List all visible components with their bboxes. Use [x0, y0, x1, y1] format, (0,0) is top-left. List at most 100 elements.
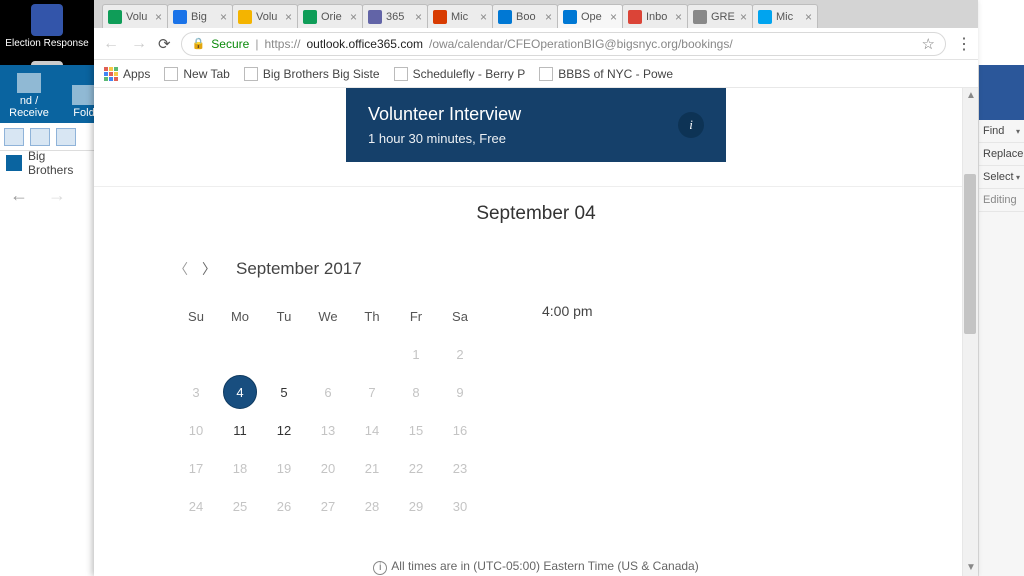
calendar-day[interactable]: 10	[174, 411, 218, 449]
calendar-day[interactable]: 14	[350, 411, 394, 449]
calendar-day[interactable]: 7	[350, 373, 394, 411]
browser-tab[interactable]: Ope×	[557, 4, 623, 28]
close-tab-icon[interactable]: ×	[480, 10, 487, 24]
close-tab-icon[interactable]: ×	[675, 10, 682, 24]
calendar-day[interactable]: 23	[438, 449, 482, 487]
calendar-day[interactable]: 26	[262, 487, 306, 525]
scroll-up-icon[interactable]: ▲	[963, 88, 978, 104]
address-bar[interactable]: 🔒 Secure | https://outlook.office365.com…	[181, 32, 946, 56]
calendar-day[interactable]: 30	[438, 487, 482, 525]
bookmark-favicon	[244, 67, 258, 81]
bookmark-favicon	[164, 67, 178, 81]
calendar-day	[174, 335, 218, 373]
service-card[interactable]: Volunteer Interview 1 hour 30 minutes, F…	[346, 88, 726, 162]
browser-tab[interactable]: Orie×	[297, 4, 363, 28]
close-tab-icon[interactable]: ×	[285, 10, 292, 24]
calendar-day[interactable]: 12	[262, 411, 306, 449]
close-tab-icon[interactable]: ×	[155, 10, 162, 24]
close-tab-icon[interactable]: ×	[220, 10, 227, 24]
calendar-day[interactable]: 17	[174, 449, 218, 487]
word-replace[interactable]: Replace	[979, 143, 1024, 166]
bookmark-item[interactable]: Schedulefly - Berry P	[394, 67, 526, 81]
calendar-day[interactable]: 11	[218, 411, 262, 449]
calendar-day[interactable]: 25	[218, 487, 262, 525]
calendar-day[interactable]: 29	[394, 487, 438, 525]
calendar-day[interactable]: 28	[350, 487, 394, 525]
bookmark-label: Big Brothers Big Siste	[263, 67, 380, 81]
calendar-day[interactable]: 22	[394, 449, 438, 487]
bookmark-item[interactable]: New Tab	[164, 67, 229, 81]
browser-tab[interactable]: Volu×	[102, 4, 168, 28]
favicon	[238, 10, 252, 24]
calendar-day[interactable]: 18	[218, 449, 262, 487]
word-select[interactable]: Select▾	[979, 166, 1024, 189]
ribbon-button[interactable]	[56, 128, 76, 146]
calendar-day[interactable]: 2	[438, 335, 482, 373]
close-tab-icon[interactable]: ×	[740, 10, 747, 24]
dow-cell: Th	[350, 297, 394, 335]
browser-tab[interactable]: Inbo×	[622, 4, 688, 28]
browser-tab[interactable]: Boo×	[492, 4, 558, 28]
close-tab-icon[interactable]: ×	[545, 10, 552, 24]
calendar-day[interactable]: 20	[306, 449, 350, 487]
calendar-day[interactable]: 6	[306, 373, 350, 411]
calendar-day[interactable]: 1	[394, 335, 438, 373]
ribbon-group[interactable]: nd / Receive	[4, 73, 54, 119]
calendar-day[interactable]: 9	[438, 373, 482, 411]
bookmark-star-icon[interactable]: ☆	[922, 35, 935, 53]
outlook-folder-tab[interactable]: Big Brothers	[0, 151, 100, 175]
browser-tabstrip: Volu×Big×Volu×Orie×365×Mic×Boo×Ope×Inbo×…	[94, 0, 978, 28]
calendar-day[interactable]: 3	[174, 373, 218, 411]
close-tab-icon[interactable]: ×	[350, 10, 357, 24]
favicon	[173, 10, 187, 24]
close-tab-icon[interactable]: ×	[805, 10, 812, 24]
forward-arrow-icon[interactable]: →	[48, 185, 66, 206]
bookmarks-bar: Apps New Tab Big Brothers Big Siste Schedu…	[94, 60, 978, 88]
next-month-icon[interactable]: 〉	[202, 259, 216, 279]
calendar-day	[350, 335, 394, 373]
back-arrow-icon[interactable]: ←	[10, 185, 28, 206]
calendar-day[interactable]: 16	[438, 411, 482, 449]
browser-tab[interactable]: GRE×	[687, 4, 753, 28]
calendar-day[interactable]: 13	[306, 411, 350, 449]
calendar-day[interactable]: 21	[350, 449, 394, 487]
browser-tab[interactable]: Volu×	[232, 4, 298, 28]
ribbon-group[interactable]: Fold	[72, 85, 96, 119]
calendar-day[interactable]: 19	[262, 449, 306, 487]
vertical-scrollbar[interactable]: ▲ ▼	[962, 88, 978, 576]
chrome-menu-icon[interactable]: ⋮	[956, 34, 970, 54]
calendar-day[interactable]: 8	[394, 373, 438, 411]
apps-button[interactable]: Apps	[104, 67, 150, 81]
browser-tab[interactable]: Mic×	[427, 4, 493, 28]
forward-button[interactable]: →	[130, 35, 148, 53]
browser-tab[interactable]: Big×	[167, 4, 233, 28]
calendar-day[interactable]: 15	[394, 411, 438, 449]
calendar: 〈 〉 September 2017 SuMoTuWeThFrSa 123456…	[174, 259, 482, 525]
calendar-day[interactable]: 24	[174, 487, 218, 525]
time-slot[interactable]: 4:00 pm	[542, 301, 593, 321]
desktop-icon[interactable]: Election Response	[0, 0, 94, 51]
scroll-thumb[interactable]	[964, 174, 976, 334]
info-outline-icon: i	[373, 561, 387, 575]
browser-tab[interactable]: 365×	[362, 4, 428, 28]
bookmark-item[interactable]: BBBS of NYC - Powe	[539, 67, 673, 81]
favicon	[693, 10, 707, 24]
reload-button[interactable]: ⟳	[158, 35, 171, 53]
back-button[interactable]: ←	[102, 35, 120, 53]
scroll-down-icon[interactable]: ▼	[963, 560, 978, 576]
calendar-day[interactable]: 5	[262, 373, 306, 411]
apps-label: Apps	[123, 67, 150, 81]
ribbon-button[interactable]	[30, 128, 50, 146]
prev-month-icon[interactable]: 〈	[174, 259, 188, 279]
word-find[interactable]: Find▾	[979, 120, 1024, 143]
info-icon[interactable]: i	[678, 112, 704, 138]
url-path: /owa/calendar/CFEOperationBIG@bigsnyc.or…	[429, 37, 733, 51]
browser-tab[interactable]: Mic×	[752, 4, 818, 28]
bookmark-item[interactable]: Big Brothers Big Siste	[244, 67, 380, 81]
ribbon-button[interactable]	[4, 128, 24, 146]
calendar-day[interactable]: 4	[218, 373, 262, 411]
calendar-week-row: 24252627282930	[174, 487, 482, 525]
close-tab-icon[interactable]: ×	[610, 10, 617, 24]
calendar-day[interactable]: 27	[306, 487, 350, 525]
close-tab-icon[interactable]: ×	[415, 10, 422, 24]
